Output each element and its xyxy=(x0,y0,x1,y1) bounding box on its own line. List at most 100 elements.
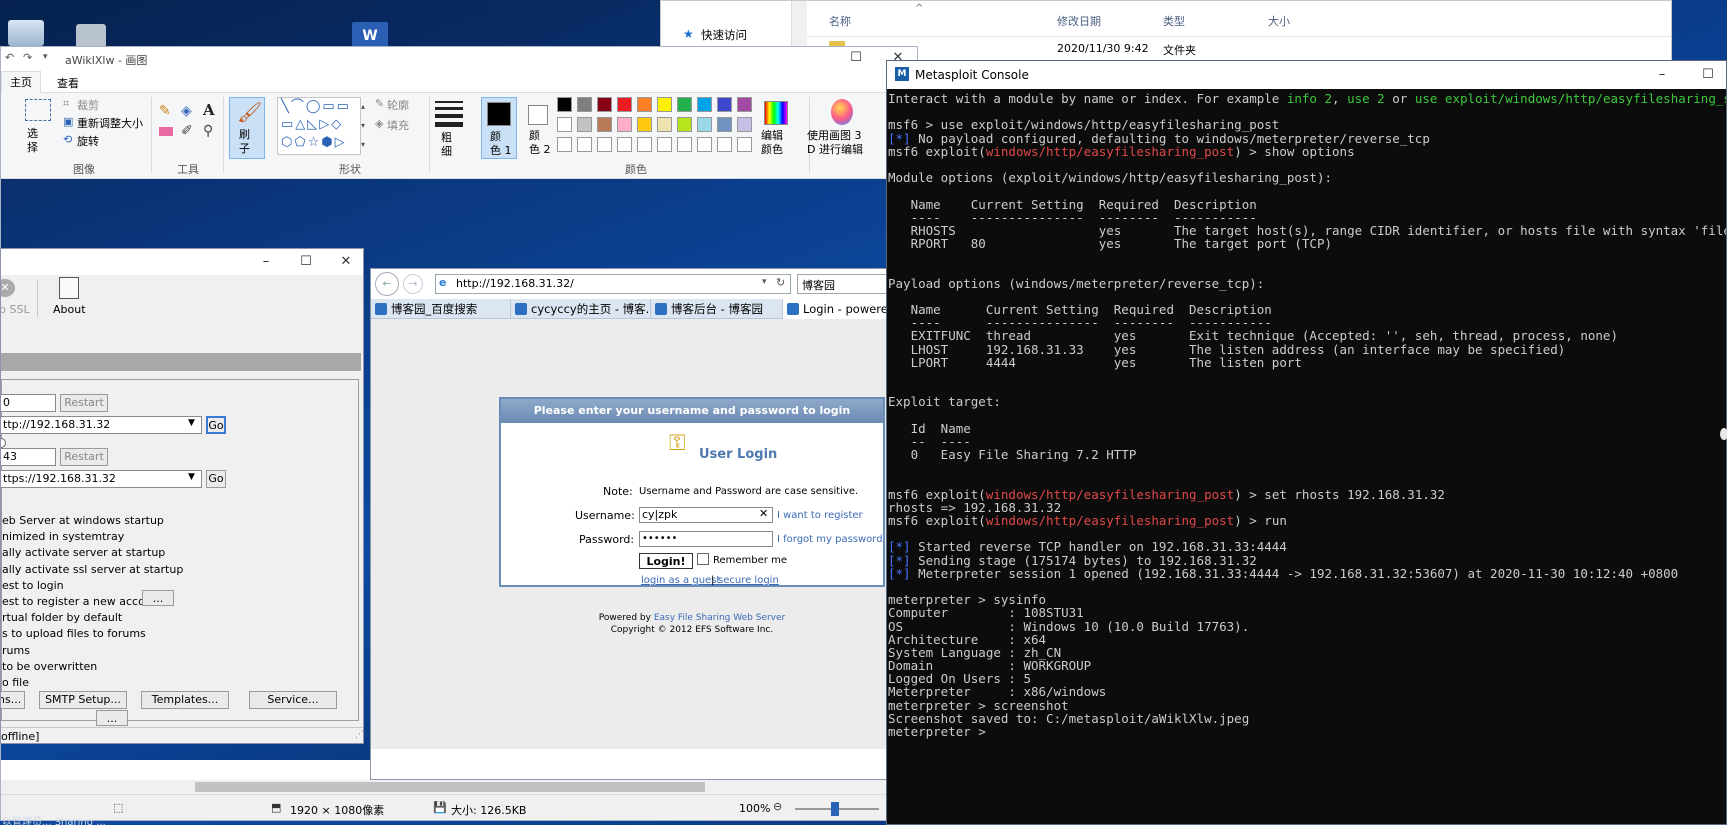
file-more-button[interactable]: ... xyxy=(96,710,128,726)
palette-swatch[interactable] xyxy=(677,137,692,152)
palette-swatch[interactable] xyxy=(577,97,592,112)
console-maximize-button[interactable]: ☐ xyxy=(1691,64,1725,86)
http-go-button[interactable]: Go xyxy=(206,416,226,434)
shapes-gallery[interactable]: ╲⌒◯▭▭ ▭△◺▷◇ ⬡⬠☆⬢▷ xyxy=(277,97,361,155)
palette-swatch[interactable] xyxy=(577,117,592,132)
column-size[interactable]: 大小 xyxy=(1268,13,1290,29)
address-text[interactable]: http://192.168.31.32/ xyxy=(456,277,574,290)
palette-swatch[interactable] xyxy=(717,97,732,112)
https-go-button[interactable]: Go xyxy=(206,470,226,488)
palette-swatch[interactable] xyxy=(597,117,612,132)
fill-shape-label[interactable]: 填充 xyxy=(387,117,409,133)
console-minimize-button[interactable]: – xyxy=(1645,64,1679,86)
back-icon[interactable]: ← xyxy=(375,272,399,296)
efs-option-checkbox[interactable]: eb Server at windows startup xyxy=(2,514,164,527)
palette-swatch[interactable] xyxy=(557,137,572,152)
console-output[interactable]: Interact with a module by name or index.… xyxy=(887,89,1726,824)
size-button[interactable] xyxy=(435,101,463,127)
column-name[interactable]: 名称 xyxy=(829,13,851,29)
efs-option-checkbox[interactable]: ally activate server at startup xyxy=(2,546,165,559)
palette-swatch[interactable] xyxy=(617,97,632,112)
palette-swatch[interactable] xyxy=(637,137,652,152)
register-link[interactable]: I want to register xyxy=(777,510,863,521)
guest-login-link[interactable]: login as a guest xyxy=(641,575,720,586)
palette-swatch[interactable] xyxy=(637,117,652,132)
efs-button-service[interactable]: Service... xyxy=(249,691,337,709)
address-dropdown-icon[interactable]: ▾ xyxy=(762,277,767,287)
palette-swatch[interactable] xyxy=(717,137,732,152)
palette-swatch[interactable] xyxy=(617,117,632,132)
search-text[interactable]: 博客园 xyxy=(802,277,835,293)
palette-swatch[interactable] xyxy=(697,137,712,152)
scrollbar-thumb[interactable] xyxy=(195,782,705,792)
https-url-chevron-down-icon[interactable]: ▼ xyxy=(188,472,195,482)
zoom-out-icon[interactable]: ⊖ xyxy=(773,800,782,813)
efs-button-options[interactable]: ns... xyxy=(1,691,25,709)
resize-grip-icon[interactable]: ⋰ xyxy=(355,730,363,740)
palette-swatch[interactable] xyxy=(557,117,572,132)
palette-swatch[interactable] xyxy=(677,117,692,132)
crop-label[interactable]: 裁剪 xyxy=(77,97,99,113)
remember-label[interactable]: Remember me xyxy=(713,555,787,566)
username-input[interactable]: cy|zpk xyxy=(639,507,773,523)
palette-swatch[interactable] xyxy=(637,97,652,112)
paint-maximize-button[interactable]: ☐ xyxy=(839,47,873,69)
browser-tab[interactable]: Login - powere xyxy=(783,299,889,319)
efs-option-checkbox[interactable]: to be overwritten xyxy=(2,660,97,673)
color1-button[interactable]: 颜 色 1 xyxy=(481,97,517,159)
forward-icon[interactable]: → xyxy=(403,274,423,294)
eraser-icon[interactable] xyxy=(159,127,173,136)
palette-swatch[interactable] xyxy=(657,137,672,152)
select-label[interactable]: 选 择 xyxy=(27,127,38,155)
efs-option-checkbox[interactable]: s to upload files to forums xyxy=(2,627,146,640)
register-more-button[interactable]: ... xyxy=(142,590,174,606)
about-icon[interactable] xyxy=(59,277,79,299)
browser-tab[interactable]: 博客后台 - 博客园 xyxy=(651,299,783,319)
stop-ssl-label[interactable]: p SSL xyxy=(1,303,30,316)
rotate-label[interactable]: 旋转 xyxy=(77,133,99,149)
forgot-password-link[interactable]: I forgot my password xyxy=(777,534,883,545)
column-type[interactable]: 类型 xyxy=(1163,13,1185,29)
color2-button[interactable]: 颜 色 2 xyxy=(521,97,557,159)
quick-access-label[interactable]: 快速访问 xyxy=(701,27,747,43)
palette-swatch[interactable] xyxy=(597,137,612,152)
palette-swatch[interactable] xyxy=(597,97,612,112)
efs-button-smtp[interactable]: SMTP Setup... xyxy=(39,691,127,709)
palette-swatch[interactable] xyxy=(737,117,752,132)
palette-swatch[interactable] xyxy=(697,97,712,112)
search-box[interactable]: 博客园 xyxy=(797,274,889,294)
efs-option-checkbox[interactable]: nimized in systemtray xyxy=(2,530,124,543)
undo-icon[interactable]: ↶ xyxy=(5,51,14,64)
efs-close-button[interactable]: ✕ xyxy=(329,251,363,273)
http-port-input[interactable]: 0 xyxy=(1,394,56,412)
brush-button[interactable]: 🖌 刷 子 xyxy=(229,97,265,159)
edit-colors-button[interactable]: 编辑 颜色 xyxy=(759,97,793,159)
efs-option-checkbox[interactable]: est to register a new account xyxy=(2,595,163,608)
resize-label[interactable]: 重新调整大小 xyxy=(77,115,143,131)
palette-swatch[interactable] xyxy=(717,117,732,132)
tab-home[interactable]: 主页 xyxy=(1,71,41,93)
efs-option-checkbox[interactable]: o file xyxy=(2,676,29,689)
palette-swatch[interactable] xyxy=(677,97,692,112)
stop-ssl-icon[interactable]: ✕ xyxy=(1,279,15,297)
palette-swatch[interactable] xyxy=(657,97,672,112)
size-label[interactable]: 粗 细 xyxy=(441,131,452,159)
redo-icon[interactable]: ↷ xyxy=(23,51,32,64)
http-url-select[interactable]: ttp://192.168.31.32 xyxy=(1,416,202,434)
palette-swatch[interactable] xyxy=(577,137,592,152)
clear-input-icon[interactable]: ✕ xyxy=(759,507,768,520)
slider-knob-icon[interactable] xyxy=(1,438,6,448)
palette-swatch[interactable] xyxy=(617,137,632,152)
palette-swatch[interactable] xyxy=(657,117,672,132)
https-port-input[interactable]: 43 xyxy=(1,448,56,466)
text-icon[interactable]: A xyxy=(203,101,215,119)
https-restart-button[interactable]: Restart xyxy=(60,448,108,466)
select-tool[interactable] xyxy=(25,99,51,121)
efs-option-checkbox[interactable]: ally activate ssl server at startup xyxy=(2,563,183,576)
desktop-settings-icon[interactable] xyxy=(76,24,106,48)
remember-checkbox[interactable] xyxy=(697,553,709,565)
palette-swatch[interactable] xyxy=(737,97,752,112)
tab-view[interactable]: 查看 xyxy=(57,75,79,91)
efs-option-checkbox[interactable]: est to login xyxy=(2,579,64,592)
magnifier-icon[interactable]: ⚲ xyxy=(203,123,213,139)
